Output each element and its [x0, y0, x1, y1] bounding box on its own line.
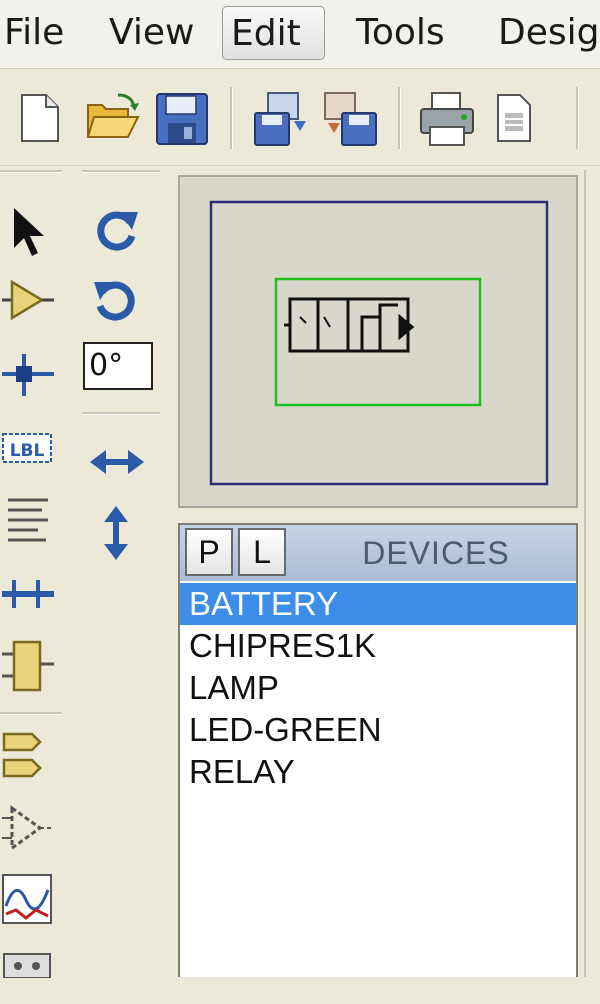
new-file-icon[interactable] — [14, 91, 68, 145]
device-pins-icon[interactable] — [2, 802, 54, 854]
buses-mode-icon[interactable] — [2, 568, 54, 620]
devices-header: P L DEVICES — [180, 525, 576, 581]
save-icon[interactable] — [154, 91, 208, 145]
orientation-toolbar: 0° — [76, 170, 166, 590]
list-item-lamp[interactable]: LAMP — [180, 667, 576, 709]
overview-canvas — [209, 200, 549, 486]
toolbar-separator — [398, 87, 401, 149]
pick-devices-button[interactable]: P — [185, 528, 233, 576]
toolbar-separator — [230, 87, 233, 149]
list-item-led-green[interactable]: LED-GREEN — [180, 709, 576, 751]
mirror-horizontal-icon[interactable] — [88, 436, 148, 488]
terminals-mode-icon[interactable] — [2, 730, 54, 782]
menu-bar: File View Edit Tools Desig — [0, 0, 600, 69]
tape-recorder-icon[interactable] — [2, 952, 54, 1004]
menu-file[interactable]: File — [0, 6, 72, 60]
menu-view[interactable]: View — [101, 6, 202, 60]
rotation-angle-input[interactable]: 0° — [83, 342, 153, 390]
svg-text:LBL: LBL — [10, 441, 45, 461]
strip-separator — [0, 170, 62, 173]
list-item-relay[interactable]: RELAY — [180, 751, 576, 793]
strip-separator — [82, 170, 160, 173]
list-item-battery[interactable]: BATTERY — [180, 583, 576, 625]
export-icon[interactable] — [322, 91, 377, 146]
menu-design[interactable]: Desig — [490, 6, 600, 60]
mode-toolstrip: LBL — [0, 170, 62, 979]
junction-dot-icon[interactable] — [2, 348, 54, 400]
mirror-vertical-icon[interactable] — [90, 504, 142, 560]
wire-label-icon[interactable]: LBL — [2, 422, 54, 474]
toolbar-separator — [576, 87, 579, 149]
toolbar — [0, 69, 600, 166]
rotate-anticlockwise-icon[interactable] — [90, 274, 142, 326]
open-folder-icon[interactable] — [84, 91, 140, 145]
page-setup-icon[interactable] — [494, 91, 548, 145]
graph-mode-icon[interactable] — [2, 874, 54, 926]
device-list: BATTERY CHIPRES1K LAMP LED-GREEN RELAY — [180, 583, 576, 793]
text-script-icon[interactable] — [2, 492, 54, 544]
print-icon[interactable] — [418, 91, 474, 146]
import-icon[interactable] — [252, 91, 306, 146]
menu-edit[interactable]: Edit — [222, 6, 325, 60]
rotate-clockwise-icon[interactable] — [90, 204, 142, 256]
sub-circuit-icon[interactable] — [2, 638, 54, 692]
strip-separator — [0, 712, 62, 715]
editing-window-edge — [584, 170, 600, 977]
schematic-preview — [284, 297, 415, 353]
menu-tools[interactable]: Tools — [348, 6, 453, 60]
overview-window[interactable] — [178, 175, 578, 508]
strip-separator — [82, 412, 160, 415]
selection-mode-icon[interactable] — [2, 204, 54, 256]
library-manager-button[interactable]: L — [238, 528, 286, 576]
component-mode-icon[interactable] — [2, 274, 54, 326]
list-item-chipres1k[interactable]: CHIPRES1K — [180, 625, 576, 667]
devices-title: DEVICES — [362, 535, 510, 571]
devices-panel: P L DEVICES BATTERY CHIPRES1K LAMP LED-G… — [178, 523, 578, 977]
